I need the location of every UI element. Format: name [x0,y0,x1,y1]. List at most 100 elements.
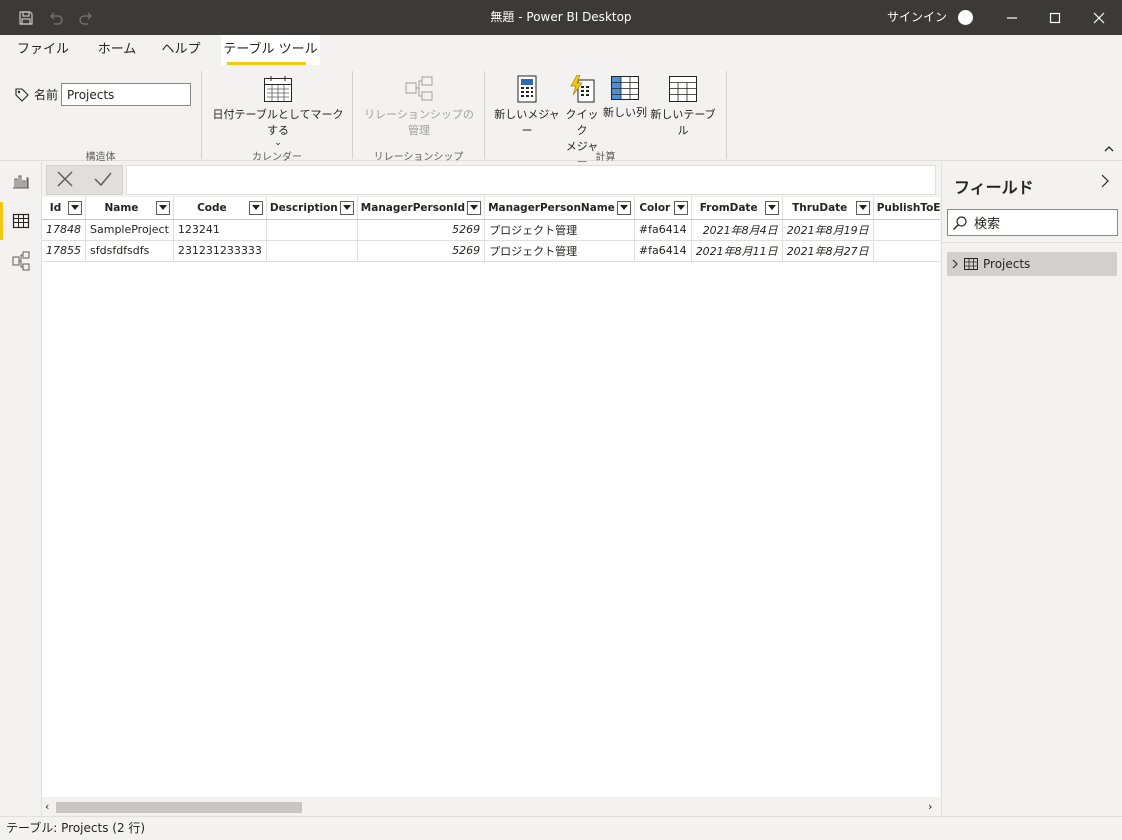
tab-table-tools[interactable]: テーブル ツール [221,35,320,65]
table-cell[interactable]: 2021年8月4日 [691,219,783,241]
table-cell[interactable]: 2021年8月27日 [782,240,874,262]
collapse-pane-icon[interactable] [1100,174,1110,191]
column-filter-dropdown-icon[interactable] [467,201,482,215]
table-row: 17855 sfdsfdfsdfs 231231233333 5269 プロジェクト管理… [42,240,940,262]
window-title: 無題 - Power BI Desktop [490,10,632,24]
name-label: 名前 [14,86,58,103]
column-header[interactable]: ManagerPersonName [484,197,635,220]
field-table-label: Projects [983,257,1031,271]
column-header[interactable]: ManagerPersonId [357,197,486,220]
ribbon-divider [201,71,202,159]
table-cell[interactable]: プロジェクト管理 [484,219,635,241]
table-cell[interactable]: 5269 [357,240,486,262]
chevron-right-icon [952,259,958,269]
table-cell[interactable]: sfdsfdfsdfs [85,240,174,262]
column-filter-dropdown-icon[interactable] [673,201,688,215]
table-cell[interactable] [266,219,358,241]
horizontal-scrollbar[interactable]: ‹ › [42,799,940,816]
new-table-button[interactable]: 新しいテーブル [648,75,718,139]
formula-input[interactable] [126,165,936,195]
ribbon-divider [352,71,353,159]
column-header[interactable]: Color [634,197,692,220]
table-cell[interactable]: SampleProject [85,219,174,241]
column-header[interactable]: FromDate [691,197,783,220]
scroll-right-icon[interactable]: › [928,800,932,813]
fields-pane: フィールド 検索 Projects [941,162,1122,816]
column-header[interactable]: Id [42,197,86,220]
table-cell[interactable]: 231231233333 [173,240,267,262]
table-cell[interactable]: プロジェクト管理 [484,240,635,262]
data-view: Id Name Code Description ManagerPersonId Mana… [42,162,940,816]
column-filter-dropdown-icon[interactable] [68,201,82,215]
table-cell[interactable]: 5269 [357,219,486,241]
tab-table-tools-label: テーブル ツール [223,42,318,57]
table-row: 17848 SampleProject 123241 5269 プロジェクト管理 #fa6… [42,219,940,241]
table-cell[interactable]: Tr [873,240,940,262]
column-header[interactable]: Name [85,197,174,220]
column-filter-dropdown-icon[interactable] [248,201,263,215]
divider [942,242,1122,243]
column-filter-dropdown-icon[interactable] [855,201,870,215]
new-measure-label: 新しいメジャー [494,108,560,137]
field-table-projects[interactable]: Projects [947,252,1117,276]
table-cell[interactable]: 17848 [42,219,86,241]
column-filter-dropdown-icon[interactable] [155,201,170,215]
chevron-down-icon: ⌄ [274,138,282,148]
column-header[interactable]: ThruDate [782,197,874,220]
signin-button[interactable]: サインイン [887,0,947,35]
collapse-ribbon-icon[interactable] [1104,145,1114,156]
fields-search[interactable]: 検索 [947,209,1118,236]
name-label-text: 名前 [34,88,59,102]
fields-search-placeholder: 検索 [974,217,1001,232]
search-icon [953,215,967,230]
table-cell[interactable]: #fa6414 [634,240,692,262]
column-header[interactable]: PublishToEmployee [873,197,940,220]
model-view-button[interactable] [0,242,42,280]
table-cell[interactable]: 123241 [173,219,267,241]
table-cell[interactable]: Tr [873,219,940,241]
ribbon-tabs: ファイル ホーム ヘルプ テーブル ツール [0,35,1122,65]
table-name-input[interactable] [61,83,191,106]
table-cell[interactable]: 2021年8月19日 [782,219,874,241]
mark-date-table-button[interactable]: 日付テーブルとしてマークする ⌄ [208,75,348,148]
avatar[interactable] [958,10,973,25]
column-filter-dropdown-icon[interactable] [764,201,779,215]
tab-help[interactable]: ヘルプ [152,35,210,65]
report-view-button[interactable] [0,162,42,200]
new-column-button[interactable]: 新しい列 [603,75,647,121]
model-icon [12,251,30,271]
table-cell[interactable] [266,240,358,262]
scrollbar-thumb[interactable] [56,802,302,813]
scroll-left-icon[interactable]: ‹ [45,800,49,813]
redo-icon[interactable] [76,8,96,28]
close-icon[interactable] [1077,0,1121,35]
bar-chart-icon [13,175,29,189]
tab-file[interactable]: ファイル [12,35,74,65]
save-icon[interactable] [16,8,36,28]
cancel-formula-icon[interactable] [56,170,74,191]
ribbon-divider [726,71,727,159]
quick-measure-label-1: クイック [565,108,599,137]
column-header[interactable]: Description [266,197,358,220]
new-table-icon [669,76,697,102]
column-header[interactable]: Code [173,197,267,220]
undo-icon[interactable] [46,8,66,28]
commit-formula-icon[interactable] [93,170,113,191]
maximize-icon[interactable] [1033,0,1077,35]
table-cell[interactable]: 2021年8月11日 [691,240,783,262]
manage-relationships-button[interactable]: リレーションシップの管理 [360,75,478,139]
table-icon [12,213,30,229]
group-label-structure: 構造体 [85,152,116,163]
column-filter-dropdown-icon[interactable] [616,201,631,215]
group-label-calculation: 計算 [595,152,616,163]
new-measure-button[interactable]: 新しいメジャー [493,75,561,139]
status-bar: テーブル: Projects (2 行) [0,816,1122,840]
table-cell[interactable]: #fa6414 [634,219,692,241]
new-table-label: 新しいテーブル [650,108,716,137]
column-filter-dropdown-icon[interactable] [339,201,354,215]
table-cell[interactable]: 17855 [42,240,86,262]
minimize-icon[interactable] [990,0,1034,35]
table-icon [964,258,978,270]
tab-home[interactable]: ホーム [88,35,146,65]
data-view-button[interactable] [0,202,42,240]
